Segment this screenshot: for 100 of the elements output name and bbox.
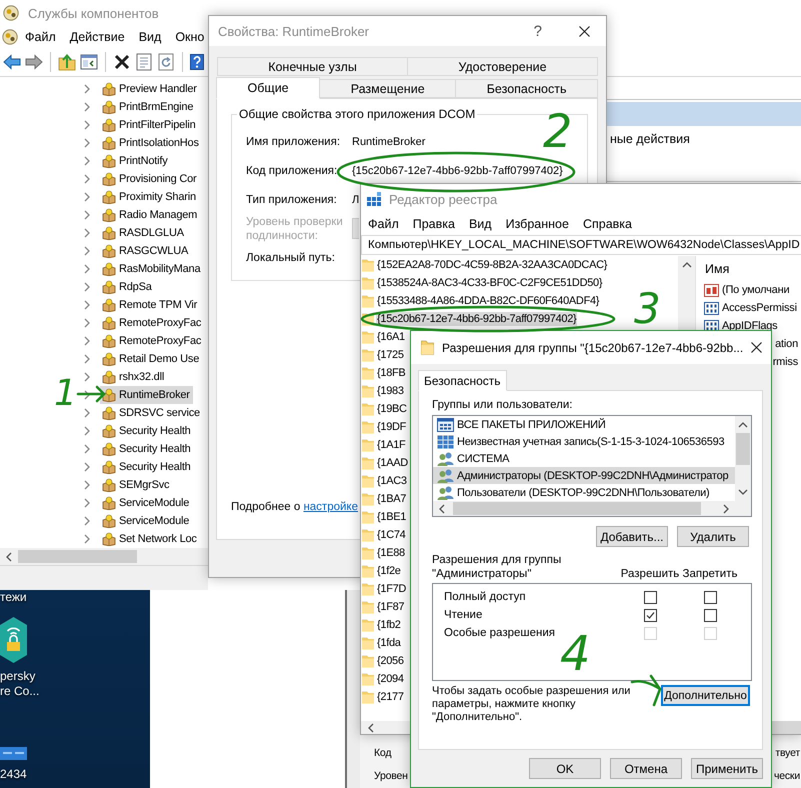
menu-item[interactable]: Вид (462, 217, 499, 231)
tree-item[interactable]: {19BC (376, 402, 408, 416)
tree-item[interactable]: rshx32.dll (100, 368, 168, 386)
menu-item[interactable]: Действие (62, 30, 132, 44)
tree-item[interactable]: {152EA2A8-70DC-4C59-8B2A-32AA3CA0DCAC} (376, 258, 608, 272)
tree-item[interactable]: Set Network Loc (100, 530, 200, 548)
icon-label[interactable]: re Co... (0, 684, 40, 698)
tree-item[interactable]: PrintBrmEngine (100, 98, 196, 116)
help-button[interactable]: ? (534, 22, 542, 40)
tab[interactable]: Размещение (319, 79, 456, 98)
dropdown-field[interactable] (352, 218, 359, 239)
chevron-left-icon[interactable] (368, 722, 374, 732)
menu-item[interactable]: Вид (132, 30, 168, 44)
tree-item[interactable]: {1AAD (376, 456, 409, 470)
chevron-up-icon[interactable] (682, 262, 692, 268)
address-field[interactable]: Компьютер\HKEY_LOCAL_MACHINE\SOFTWARE\WOW6432Node\Classes\AppID (361, 235, 801, 255)
tree-item[interactable]: ServiceModule (100, 512, 192, 530)
close-icon[interactable] (579, 26, 590, 36)
tree-item[interactable]: {1725 (376, 348, 405, 362)
dialog-button[interactable]: Удалить (677, 526, 749, 547)
hexagon-lock-icon[interactable] (0, 617, 27, 663)
tree-item[interactable]: {1BE1 (376, 510, 408, 524)
arrow-right-icon[interactable] (25, 54, 43, 70)
advanced-button[interactable]: Дополнительно (661, 685, 750, 706)
horizontal-scrollbar[interactable] (433, 501, 751, 516)
tree-item[interactable]: {2094 (376, 672, 405, 686)
icon-label[interactable]: persky (0, 669, 36, 683)
component-icon[interactable] (2, 29, 18, 45)
list-item[interactable]: AppIDFlags (722, 320, 778, 332)
scrollbar-thumb[interactable] (18, 550, 137, 563)
tree-item[interactable]: {1F7D (376, 582, 408, 596)
tree-item[interactable]: {1983 (376, 384, 405, 398)
tree-item[interactable]: {1538524A-8AC3-4C33-BF0C-C2F9CE51DD50} (376, 276, 604, 290)
tree-item[interactable]: RemoteProxyFac (100, 332, 204, 350)
arrow-left-icon[interactable] (3, 54, 21, 70)
tree-item[interactable]: {1A1F (376, 438, 406, 452)
refresh-icon[interactable] (157, 53, 175, 71)
tree-item[interactable]: {18FB (376, 366, 406, 380)
help-icon[interactable] (190, 54, 204, 70)
tree-item[interactable]: {1fda (376, 636, 402, 650)
checkbox[interactable] (704, 608, 716, 622)
tree-item[interactable]: SDRSVC service (100, 404, 203, 422)
list-item[interactable]: Администраторы (DESKTOP-99C2DNH\Администратор (433, 467, 735, 484)
checkbox[interactable] (644, 590, 656, 604)
dialog-button[interactable]: OK (529, 758, 601, 779)
tree-item[interactable]: RasMobilityMana (100, 260, 204, 278)
icon-label[interactable]: 2434 (0, 767, 27, 781)
menu-item[interactable]: Правка (406, 217, 462, 231)
chevron-left-icon[interactable] (6, 552, 12, 562)
dialog-button[interactable]: Применить (691, 758, 763, 779)
scrollbar-thumb[interactable] (453, 502, 701, 515)
tab[interactable]: Безопасность (455, 79, 598, 98)
icon-label[interactable]: тежи (0, 590, 27, 604)
actions-item[interactable]: ные действия (610, 132, 690, 146)
scrollbar-thumb[interactable] (736, 433, 750, 465)
menu-item[interactable]: Окно (168, 30, 212, 44)
delete-icon[interactable] (113, 53, 131, 71)
tree-item[interactable]: {1f2e (376, 564, 402, 578)
checkbox[interactable] (704, 590, 716, 604)
tree-item[interactable]: {1fb2 (376, 618, 402, 632)
tree-item[interactable]: Security Health (100, 422, 194, 440)
close-icon[interactable] (751, 342, 762, 353)
tree-item[interactable]: PrintNotify (100, 152, 171, 170)
tree-item[interactable]: Remote TPM Vir (100, 296, 200, 314)
tree-item[interactable]: RemoteProxyFac (100, 314, 204, 332)
tree-item[interactable]: PrintIsolationHos (100, 134, 202, 152)
list-item[interactable]: (По умолчани (722, 284, 790, 296)
list-item[interactable]: СИСТЕМА (433, 450, 735, 467)
tree-item[interactable]: Provisioning Cor (100, 170, 200, 188)
vertical-scrollbar[interactable] (735, 416, 751, 501)
tree-item[interactable]: {1BA7 (376, 492, 408, 506)
folder-up-icon[interactable] (58, 53, 76, 71)
tree-item[interactable]: {1E88 (376, 546, 406, 560)
tree-item[interactable]: {2056 (376, 654, 405, 668)
tree-item[interactable]: Radio Managem (100, 206, 200, 224)
list-item[interactable]: rmiss (772, 356, 798, 368)
tab[interactable]: Безопасность (418, 370, 507, 391)
menu-item[interactable]: Файл (18, 30, 63, 44)
list-item[interactable]: ВСЕ ПАКЕТЫ ПРИЛОЖЕНИЙ (433, 416, 735, 433)
tab[interactable]: Конечные узлы (217, 57, 408, 76)
tree-item[interactable]: {15c20b67-12e7-4bb6-92bb-7aff07997402} (376, 312, 578, 326)
tree-item[interactable]: {1AC3 (376, 474, 408, 488)
chevron-down-icon[interactable] (738, 489, 748, 495)
tree-item[interactable]: RuntimeBroker (100, 386, 193, 404)
tree-item[interactable]: {19DF (376, 420, 408, 434)
tree-item[interactable]: Security Health (100, 440, 194, 458)
help-link[interactable]: настройке (303, 501, 358, 513)
chevron-left-icon[interactable] (439, 504, 445, 514)
tree-item[interactable]: {15533488-4A86-4DDA-B82C-DF60F640ADF4} (376, 294, 600, 308)
document-icon[interactable] (135, 53, 153, 71)
tree-item[interactable]: {2177 (376, 690, 405, 704)
chevron-up-icon[interactable] (738, 422, 748, 428)
list-item[interactable]: ation (775, 338, 798, 350)
tab[interactable]: Общие (216, 77, 320, 99)
column-header[interactable]: Имя (699, 256, 730, 281)
tree-item[interactable]: {1C74 (376, 528, 406, 542)
tree-item[interactable]: Proximity Sharin (100, 188, 199, 206)
dialog-button[interactable]: Добавить... (596, 526, 668, 547)
tree-item[interactable]: Security Health (100, 458, 194, 476)
menu-item[interactable]: Справка (576, 217, 639, 231)
